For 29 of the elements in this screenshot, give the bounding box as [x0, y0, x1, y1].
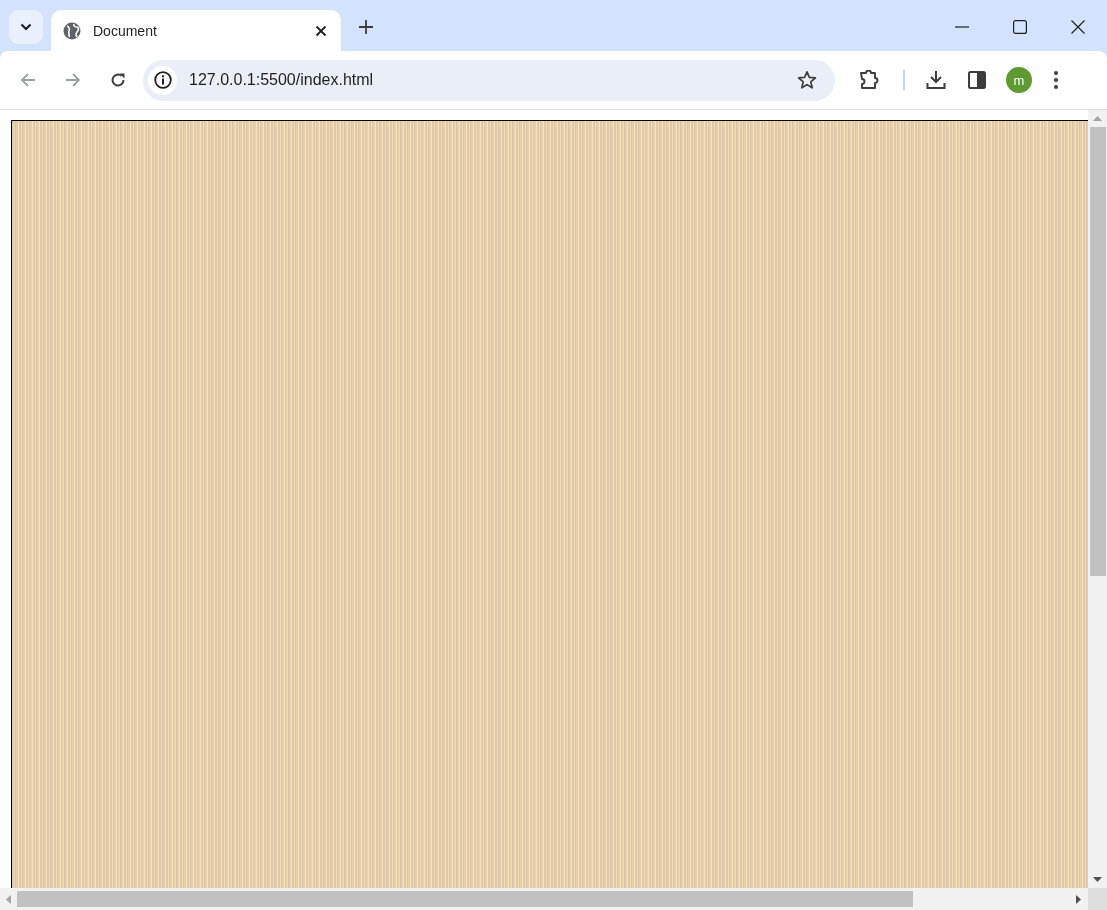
- scrollbar-thumb[interactable]: [17, 891, 913, 907]
- horizontal-scrollbar[interactable]: [0, 888, 1088, 910]
- site-info-button[interactable]: [148, 65, 177, 95]
- vertical-scrollbar[interactable]: [1088, 110, 1107, 888]
- scrollbar-thumb[interactable]: [1089, 127, 1106, 576]
- star-icon[interactable]: [797, 70, 817, 90]
- close-icon[interactable]: [1071, 19, 1085, 34]
- more-menu-icon[interactable]: [1054, 71, 1058, 89]
- close-icon[interactable]: [315, 24, 327, 37]
- back-arrow-icon[interactable]: [20, 72, 36, 88]
- scrollbar-corner: [1088, 888, 1107, 910]
- tab-list-button[interactable]: [9, 9, 43, 44]
- download-icon[interactable]: [926, 70, 946, 90]
- tab-title: Document: [93, 22, 158, 39]
- address-bar[interactable]: 127.0.0.1:5500/index.html: [143, 59, 835, 101]
- url-text: 127.0.0.1:5500/index.html: [189, 71, 375, 89]
- down-arrow-icon[interactable]: [1093, 877, 1102, 882]
- browser-tab[interactable]: Document: [51, 10, 341, 51]
- forward-arrow-icon[interactable]: [65, 72, 81, 88]
- reload-icon[interactable]: [110, 72, 126, 88]
- info-icon: [153, 71, 172, 89]
- minimize-icon[interactable]: [955, 25, 969, 28]
- maximize-icon[interactable]: [1013, 19, 1027, 34]
- chevron-down-icon: [20, 22, 32, 31]
- plus-icon[interactable]: [359, 19, 373, 34]
- right-arrow-icon[interactable]: [1076, 894, 1081, 904]
- globe-icon: [63, 21, 81, 40]
- puzzle-piece-icon[interactable]: [859, 70, 881, 90]
- side-panel-icon[interactable]: [968, 71, 986, 89]
